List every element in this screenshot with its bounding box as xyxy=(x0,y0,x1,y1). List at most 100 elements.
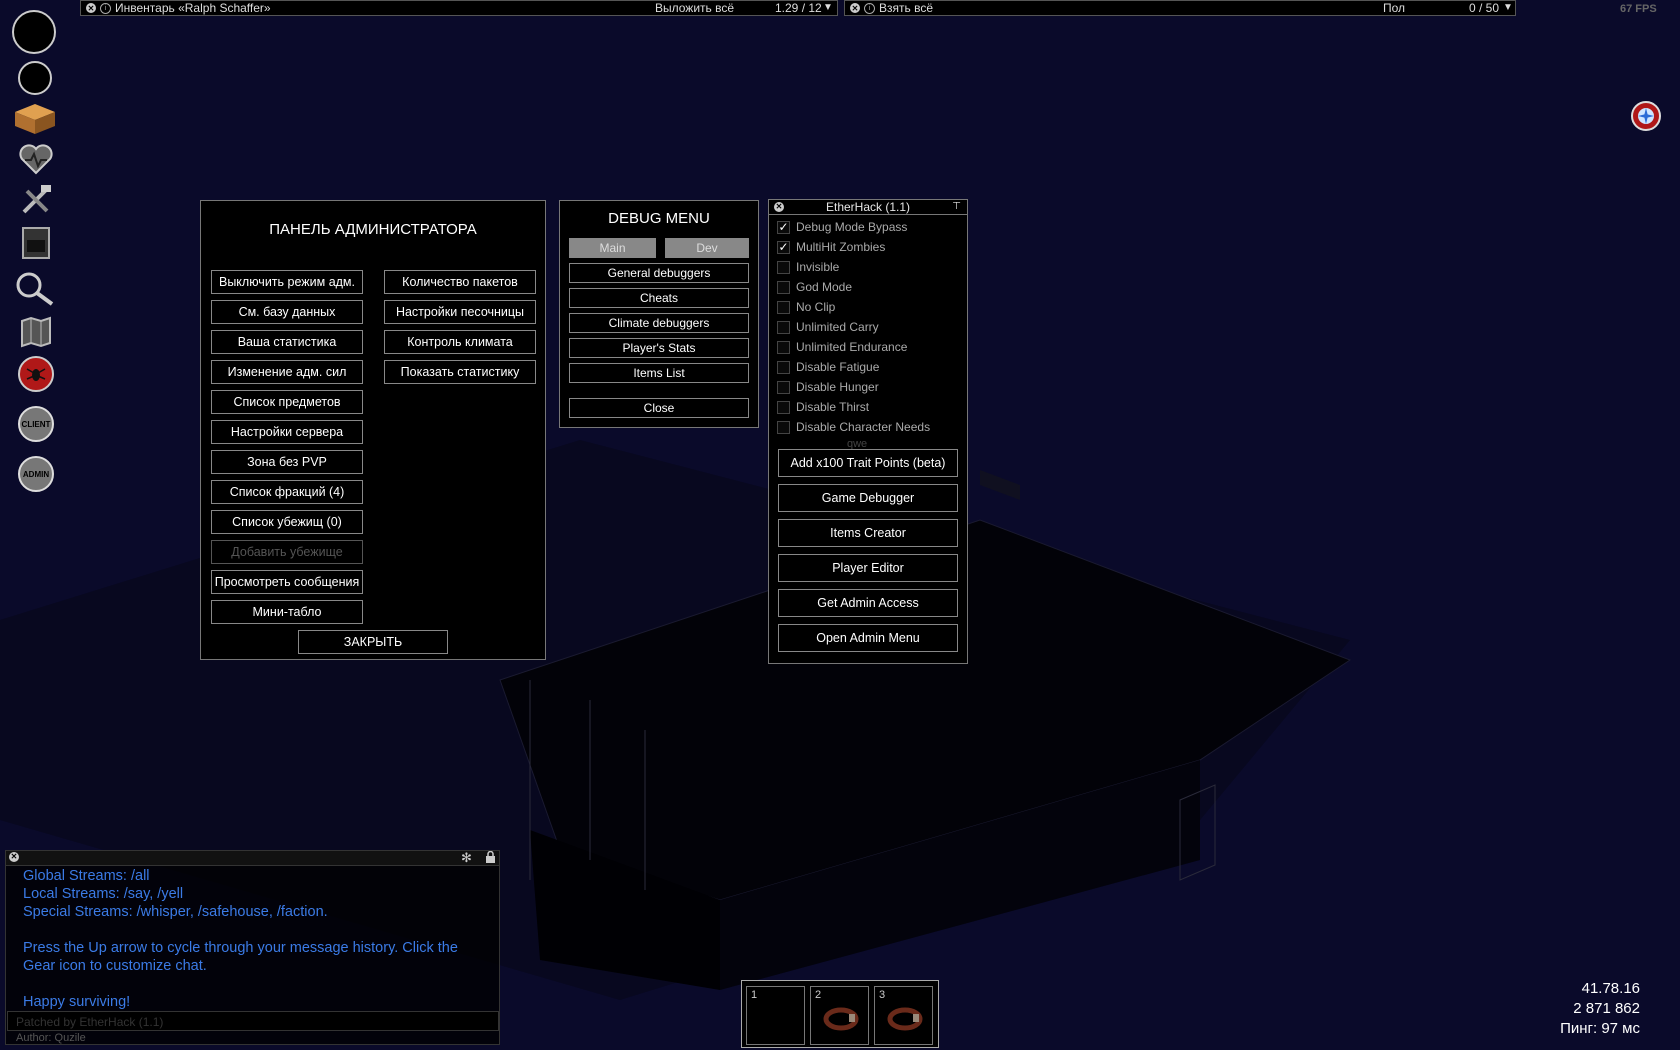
checkbox[interactable] xyxy=(777,280,790,294)
checkbox[interactable] xyxy=(777,380,790,394)
drop-all-button[interactable]: Выложить всё xyxy=(655,1,734,15)
debug-button[interactable]: Items List xyxy=(569,363,749,383)
ping-label: Пинг: 97 мс xyxy=(1560,1020,1640,1037)
option-row[interactable]: Disable Character Needs xyxy=(777,418,930,436)
inventory-box-icon[interactable] xyxy=(10,100,60,136)
option-row[interactable]: Disable Fatigue xyxy=(777,358,879,376)
checkbox[interactable]: ✓ xyxy=(777,220,790,234)
loot-all-button[interactable]: Взять всё xyxy=(879,1,933,15)
etherhack-header[interactable]: ✕ EtherHack (1.1) ⊤ xyxy=(769,200,967,215)
option-row[interactable]: Disable Hunger xyxy=(777,378,879,396)
compass-icon[interactable] xyxy=(1631,101,1661,131)
admin-button[interactable]: См. базу данных xyxy=(211,300,363,324)
admin-button[interactable]: Просмотреть сообщения xyxy=(211,570,363,594)
admin-icon[interactable]: ADMIN xyxy=(18,456,54,492)
debug-menu-title: DEBUG MENU xyxy=(608,210,710,227)
option-row[interactable]: Disable Thirst xyxy=(777,398,869,416)
option-row[interactable]: Invisible xyxy=(777,258,839,276)
option-row[interactable]: God Mode xyxy=(777,278,852,296)
health-heart-icon[interactable] xyxy=(18,142,54,176)
admin-button[interactable]: Выключить режим адм. xyxy=(211,270,363,294)
admin-icon-label: ADMIN xyxy=(22,469,50,479)
tab-main[interactable]: Main xyxy=(569,238,656,258)
hotbar: 1 2 3 xyxy=(741,980,939,1048)
checkbox[interactable] xyxy=(777,420,790,434)
option-row[interactable]: ✓ Debug Mode Bypass xyxy=(777,218,907,236)
option-label: Disable Fatigue xyxy=(796,360,880,374)
info-icon[interactable]: i xyxy=(864,2,875,14)
etherhack-button[interactable]: Player Editor xyxy=(778,554,958,582)
debug-close-button[interactable]: Close xyxy=(569,398,749,418)
pin-icon[interactable]: ▼ xyxy=(1503,1,1513,15)
admin-panel: ПАНЕЛЬ АДМИНИСТРАТОРА Выключить режим ад… xyxy=(200,200,546,660)
chat-input[interactable]: Patched by EtherHack (1.1) xyxy=(7,1011,499,1031)
checkbox[interactable] xyxy=(777,320,790,334)
furnace-icon[interactable] xyxy=(20,225,52,261)
health-circle-icon[interactable] xyxy=(12,10,56,54)
etherhack-button[interactable]: Items Creator xyxy=(778,519,958,547)
admin-button[interactable]: Добавить убежище xyxy=(211,540,363,564)
client-icon[interactable]: CLIENT xyxy=(18,406,54,442)
debug-button[interactable]: General debuggers xyxy=(569,263,749,283)
hotbar-slot-2[interactable]: 2 xyxy=(810,986,869,1045)
checkbox[interactable]: ✓ xyxy=(777,240,790,254)
etherhack-button[interactable]: Get Admin Access xyxy=(778,589,958,617)
checkbox[interactable] xyxy=(777,400,790,414)
close-icon[interactable]: ✕ xyxy=(86,3,96,13)
admin-button[interactable]: Зона без PVP xyxy=(211,450,363,474)
crafting-tools-icon[interactable] xyxy=(18,183,54,217)
zombie-spider-icon[interactable] xyxy=(18,356,54,392)
option-row[interactable]: ✓ MultiHit Zombies xyxy=(777,238,885,256)
debug-button[interactable]: Cheats xyxy=(569,288,749,308)
option-row[interactable]: Unlimited Endurance xyxy=(777,338,907,356)
admin-button[interactable]: Список убежищ (0) xyxy=(211,510,363,534)
slot-number: 3 xyxy=(879,989,886,1001)
etherhack-button[interactable]: Add x100 Trait Points (beta) xyxy=(778,449,958,477)
checkbox[interactable] xyxy=(777,300,790,314)
search-magnifier-icon[interactable] xyxy=(14,270,56,308)
checkbox[interactable] xyxy=(777,260,790,274)
fps-counter: 67 FPS xyxy=(1620,3,1657,15)
info-icon[interactable]: i xyxy=(100,2,111,14)
admin-button[interactable]: Изменение адм. сил xyxy=(211,360,363,384)
tab-dev[interactable]: Dev xyxy=(665,238,749,258)
belt-icon xyxy=(823,1007,859,1031)
admin-button[interactable]: Настройки сервера xyxy=(211,420,363,444)
admin-button[interactable]: Настройки песочницы xyxy=(384,300,536,324)
hotbar-slot-3[interactable]: 3 xyxy=(874,986,933,1045)
option-label: Disable Hunger xyxy=(796,380,879,394)
stats-circle-icon[interactable] xyxy=(18,61,52,95)
chat-header[interactable]: ✕ ✻ xyxy=(6,850,499,866)
close-icon[interactable]: ✕ xyxy=(9,852,19,862)
admin-button[interactable]: Ваша статистика xyxy=(211,330,363,354)
loot-weight: 0 / 50 xyxy=(1469,1,1500,15)
close-icon[interactable]: ✕ xyxy=(850,3,860,13)
etherhack-button[interactable]: Open Admin Menu xyxy=(778,624,958,652)
close-icon[interactable]: ✕ xyxy=(774,202,784,212)
etherhack-button[interactable]: Game Debugger xyxy=(778,484,958,512)
pin-icon[interactable]: ⊤ xyxy=(952,200,961,214)
debug-button[interactable]: Player's Stats xyxy=(569,338,749,358)
debug-button[interactable]: Climate debuggers xyxy=(569,313,749,333)
admin-close-button[interactable]: ЗАКРЫТЬ xyxy=(298,630,448,654)
map-icon[interactable] xyxy=(18,314,54,350)
option-row[interactable]: No Clip xyxy=(777,298,835,316)
admin-button[interactable]: Список фракций (4) xyxy=(211,480,363,504)
checkbox[interactable] xyxy=(777,340,790,354)
pin-icon[interactable]: ▼ xyxy=(823,1,833,15)
gear-icon[interactable]: ✻ xyxy=(461,850,472,866)
option-row[interactable]: Unlimited Carry xyxy=(777,318,879,336)
hotbar-slot-1[interactable]: 1 xyxy=(746,986,805,1045)
admin-button[interactable]: Список предметов xyxy=(211,390,363,414)
lock-icon[interactable] xyxy=(485,850,496,863)
option-label: Debug Mode Bypass xyxy=(796,220,908,234)
admin-button[interactable]: Количество пакетов xyxy=(384,270,536,294)
check-mark-icon: ✓ xyxy=(778,220,789,234)
admin-button[interactable]: Мини-табло xyxy=(211,600,363,624)
inventory-bar: ✕ i Инвентарь «Ralph Schaffer» Выложить … xyxy=(80,0,838,16)
admin-button[interactable]: Показать статистику xyxy=(384,360,536,384)
checkbox[interactable] xyxy=(777,360,790,374)
inventory-title: Инвентарь «Ralph Schaffer» xyxy=(115,1,271,15)
author-label: Author: Quzile xyxy=(16,1032,86,1044)
admin-button[interactable]: Контроль климата xyxy=(384,330,536,354)
